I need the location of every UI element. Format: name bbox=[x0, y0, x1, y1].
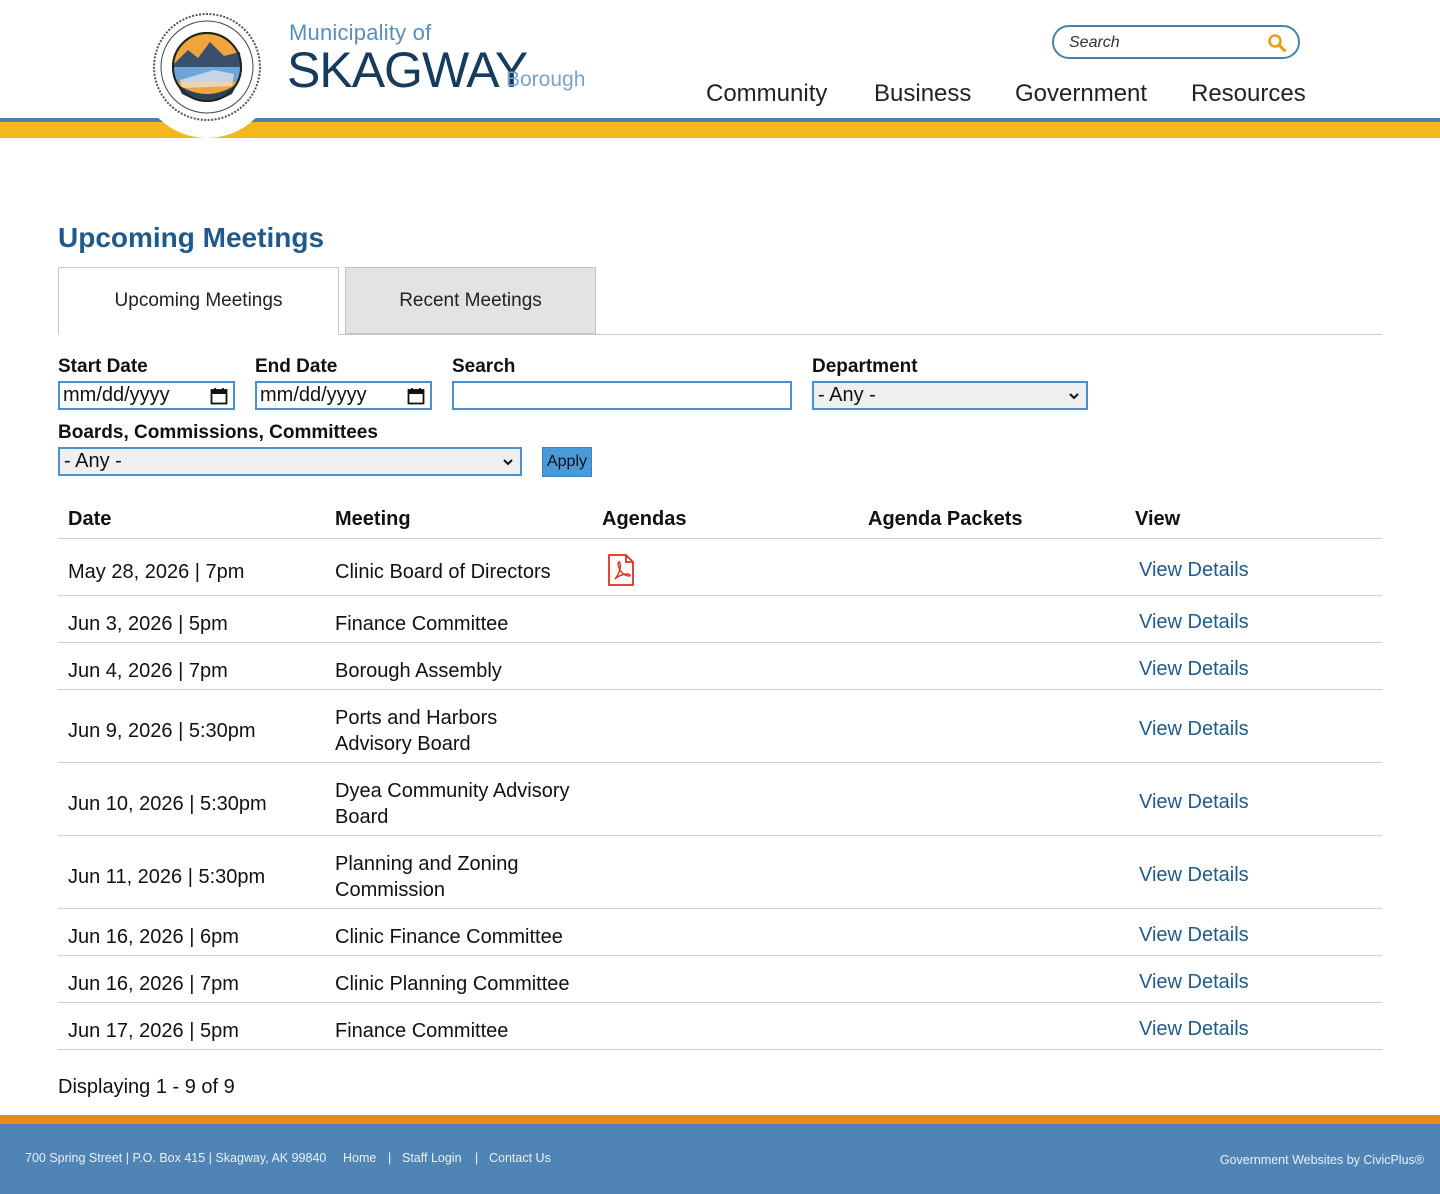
start-date-value: mm/dd/yyyy bbox=[63, 384, 170, 406]
table-row-divider bbox=[58, 642, 1382, 643]
view-details-link[interactable]: View Details bbox=[1139, 611, 1249, 634]
row-meeting: Dyea Community Advisory bbox=[335, 780, 570, 802]
row-date: Jun 16, 2026 | 6pm bbox=[68, 926, 239, 948]
logo-borough-text: Borough bbox=[506, 68, 586, 91]
calendar-icon[interactable] bbox=[407, 387, 425, 405]
site-search-box bbox=[1052, 25, 1300, 59]
row-meeting-line2: Board bbox=[335, 806, 389, 828]
footer-link-home[interactable]: Home bbox=[343, 1151, 376, 1165]
column-header-meeting: Meeting bbox=[335, 508, 411, 530]
department-label: Department bbox=[812, 356, 918, 377]
footer-link-staff-login[interactable]: Staff Login bbox=[402, 1151, 462, 1165]
nav-business[interactable]: Business bbox=[874, 80, 971, 108]
view-details-link[interactable]: View Details bbox=[1139, 718, 1249, 741]
row-meeting: Borough Assembly bbox=[335, 660, 502, 682]
row-date: Jun 9, 2026 | 5:30pm bbox=[68, 720, 256, 742]
table-row-divider bbox=[58, 762, 1382, 763]
page-title: Upcoming Meetings bbox=[58, 222, 325, 253]
row-meeting-line2: Advisory Board bbox=[335, 733, 471, 755]
row-date: Jun 4, 2026 | 7pm bbox=[68, 660, 228, 682]
table-row-divider bbox=[58, 835, 1382, 836]
view-details-link[interactable]: View Details bbox=[1139, 791, 1249, 814]
row-meeting-line2: Commission bbox=[335, 879, 446, 901]
tab-upcoming-meetings[interactable]: Upcoming Meetings bbox=[58, 267, 339, 335]
row-meeting: Clinic Board of Directors bbox=[335, 561, 551, 583]
site-search-input[interactable] bbox=[1069, 32, 1259, 54]
table-row-divider bbox=[58, 689, 1382, 690]
footer-separator: | bbox=[475, 1151, 479, 1165]
row-date: Jun 3, 2026 | 5pm bbox=[68, 613, 228, 635]
view-details-link[interactable]: View Details bbox=[1139, 864, 1249, 887]
start-date-input[interactable]: mm/dd/yyyy bbox=[58, 381, 235, 410]
column-header-view: View bbox=[1135, 508, 1181, 530]
column-header-agenda-packets: Agenda Packets bbox=[868, 508, 1023, 530]
table-row-divider bbox=[58, 1002, 1382, 1003]
row-date: Jun 16, 2026 | 7pm bbox=[68, 973, 239, 995]
row-date: Jun 17, 2026 | 5pm bbox=[68, 1020, 239, 1042]
view-details-link[interactable]: View Details bbox=[1139, 924, 1249, 947]
chevron-down-icon bbox=[1069, 393, 1079, 400]
meeting-search-input[interactable] bbox=[452, 381, 792, 410]
table-row-divider bbox=[58, 908, 1382, 909]
pdf-icon[interactable] bbox=[607, 554, 635, 586]
table-divider bbox=[58, 538, 1382, 539]
nav-resources[interactable]: Resources bbox=[1191, 80, 1306, 108]
row-meeting: Clinic Finance Committee bbox=[335, 926, 563, 948]
table-row-divider bbox=[58, 595, 1382, 596]
view-details-link[interactable]: View Details bbox=[1139, 559, 1249, 582]
boards-select[interactable]: - Any - bbox=[58, 447, 522, 476]
row-meeting: Finance Committee bbox=[335, 613, 509, 635]
row-meeting: Clinic Planning Committee bbox=[335, 973, 570, 995]
boards-label: Boards, Commissions, Committees bbox=[58, 422, 378, 443]
footer-stripe-orange bbox=[0, 1115, 1440, 1124]
department-select-value: - Any - bbox=[818, 384, 876, 406]
search-icon[interactable] bbox=[1266, 32, 1288, 54]
search-label: Search bbox=[452, 356, 516, 377]
view-details-link[interactable]: View Details bbox=[1139, 1018, 1249, 1041]
boards-select-value: - Any - bbox=[64, 450, 122, 472]
row-date: May 28, 2026 | 7pm bbox=[68, 561, 245, 583]
tab-recent-meetings[interactable]: Recent Meetings bbox=[345, 267, 596, 334]
column-header-agendas: Agendas bbox=[602, 508, 687, 530]
view-details-link[interactable]: View Details bbox=[1139, 971, 1249, 994]
end-date-label: End Date bbox=[255, 356, 338, 377]
end-date-value: mm/dd/yyyy bbox=[260, 384, 367, 406]
row-meeting: Finance Committee bbox=[335, 1020, 509, 1042]
row-meeting: Ports and Harbors bbox=[335, 707, 498, 729]
nav-community[interactable]: Community bbox=[706, 80, 827, 108]
start-date-label: Start Date bbox=[58, 356, 148, 377]
footer-link-contact-us[interactable]: Contact Us bbox=[489, 1151, 551, 1165]
row-date: Jun 10, 2026 | 5:30pm bbox=[68, 793, 267, 815]
nav-government[interactable]: Government bbox=[1015, 80, 1147, 108]
chevron-down-icon bbox=[503, 459, 513, 466]
department-select[interactable]: - Any - bbox=[812, 381, 1088, 410]
row-meeting: Planning and Zoning bbox=[335, 853, 519, 875]
table-row-divider bbox=[58, 1049, 1382, 1050]
column-header-date: Date bbox=[68, 508, 112, 530]
calendar-icon[interactable] bbox=[210, 387, 228, 405]
end-date-input[interactable]: mm/dd/yyyy bbox=[255, 381, 432, 410]
footer-credit-link[interactable]: Government Websites by CivicPlus® bbox=[1220, 1153, 1424, 1167]
footer-address: 700 Spring Street | P.O. Box 415 | Skagw… bbox=[25, 1151, 327, 1165]
logo-skagway-text[interactable]: SKAGWAY bbox=[287, 42, 528, 98]
footer-separator: | bbox=[388, 1151, 392, 1165]
apply-button[interactable]: Apply bbox=[542, 447, 592, 477]
borough-seal-logo[interactable] bbox=[152, 12, 262, 122]
view-details-link[interactable]: View Details bbox=[1139, 658, 1249, 681]
results-count: Displaying 1 - 9 of 9 bbox=[58, 1076, 235, 1098]
table-row-divider bbox=[58, 955, 1382, 956]
row-date: Jun 11, 2026 | 5:30pm bbox=[68, 866, 266, 888]
